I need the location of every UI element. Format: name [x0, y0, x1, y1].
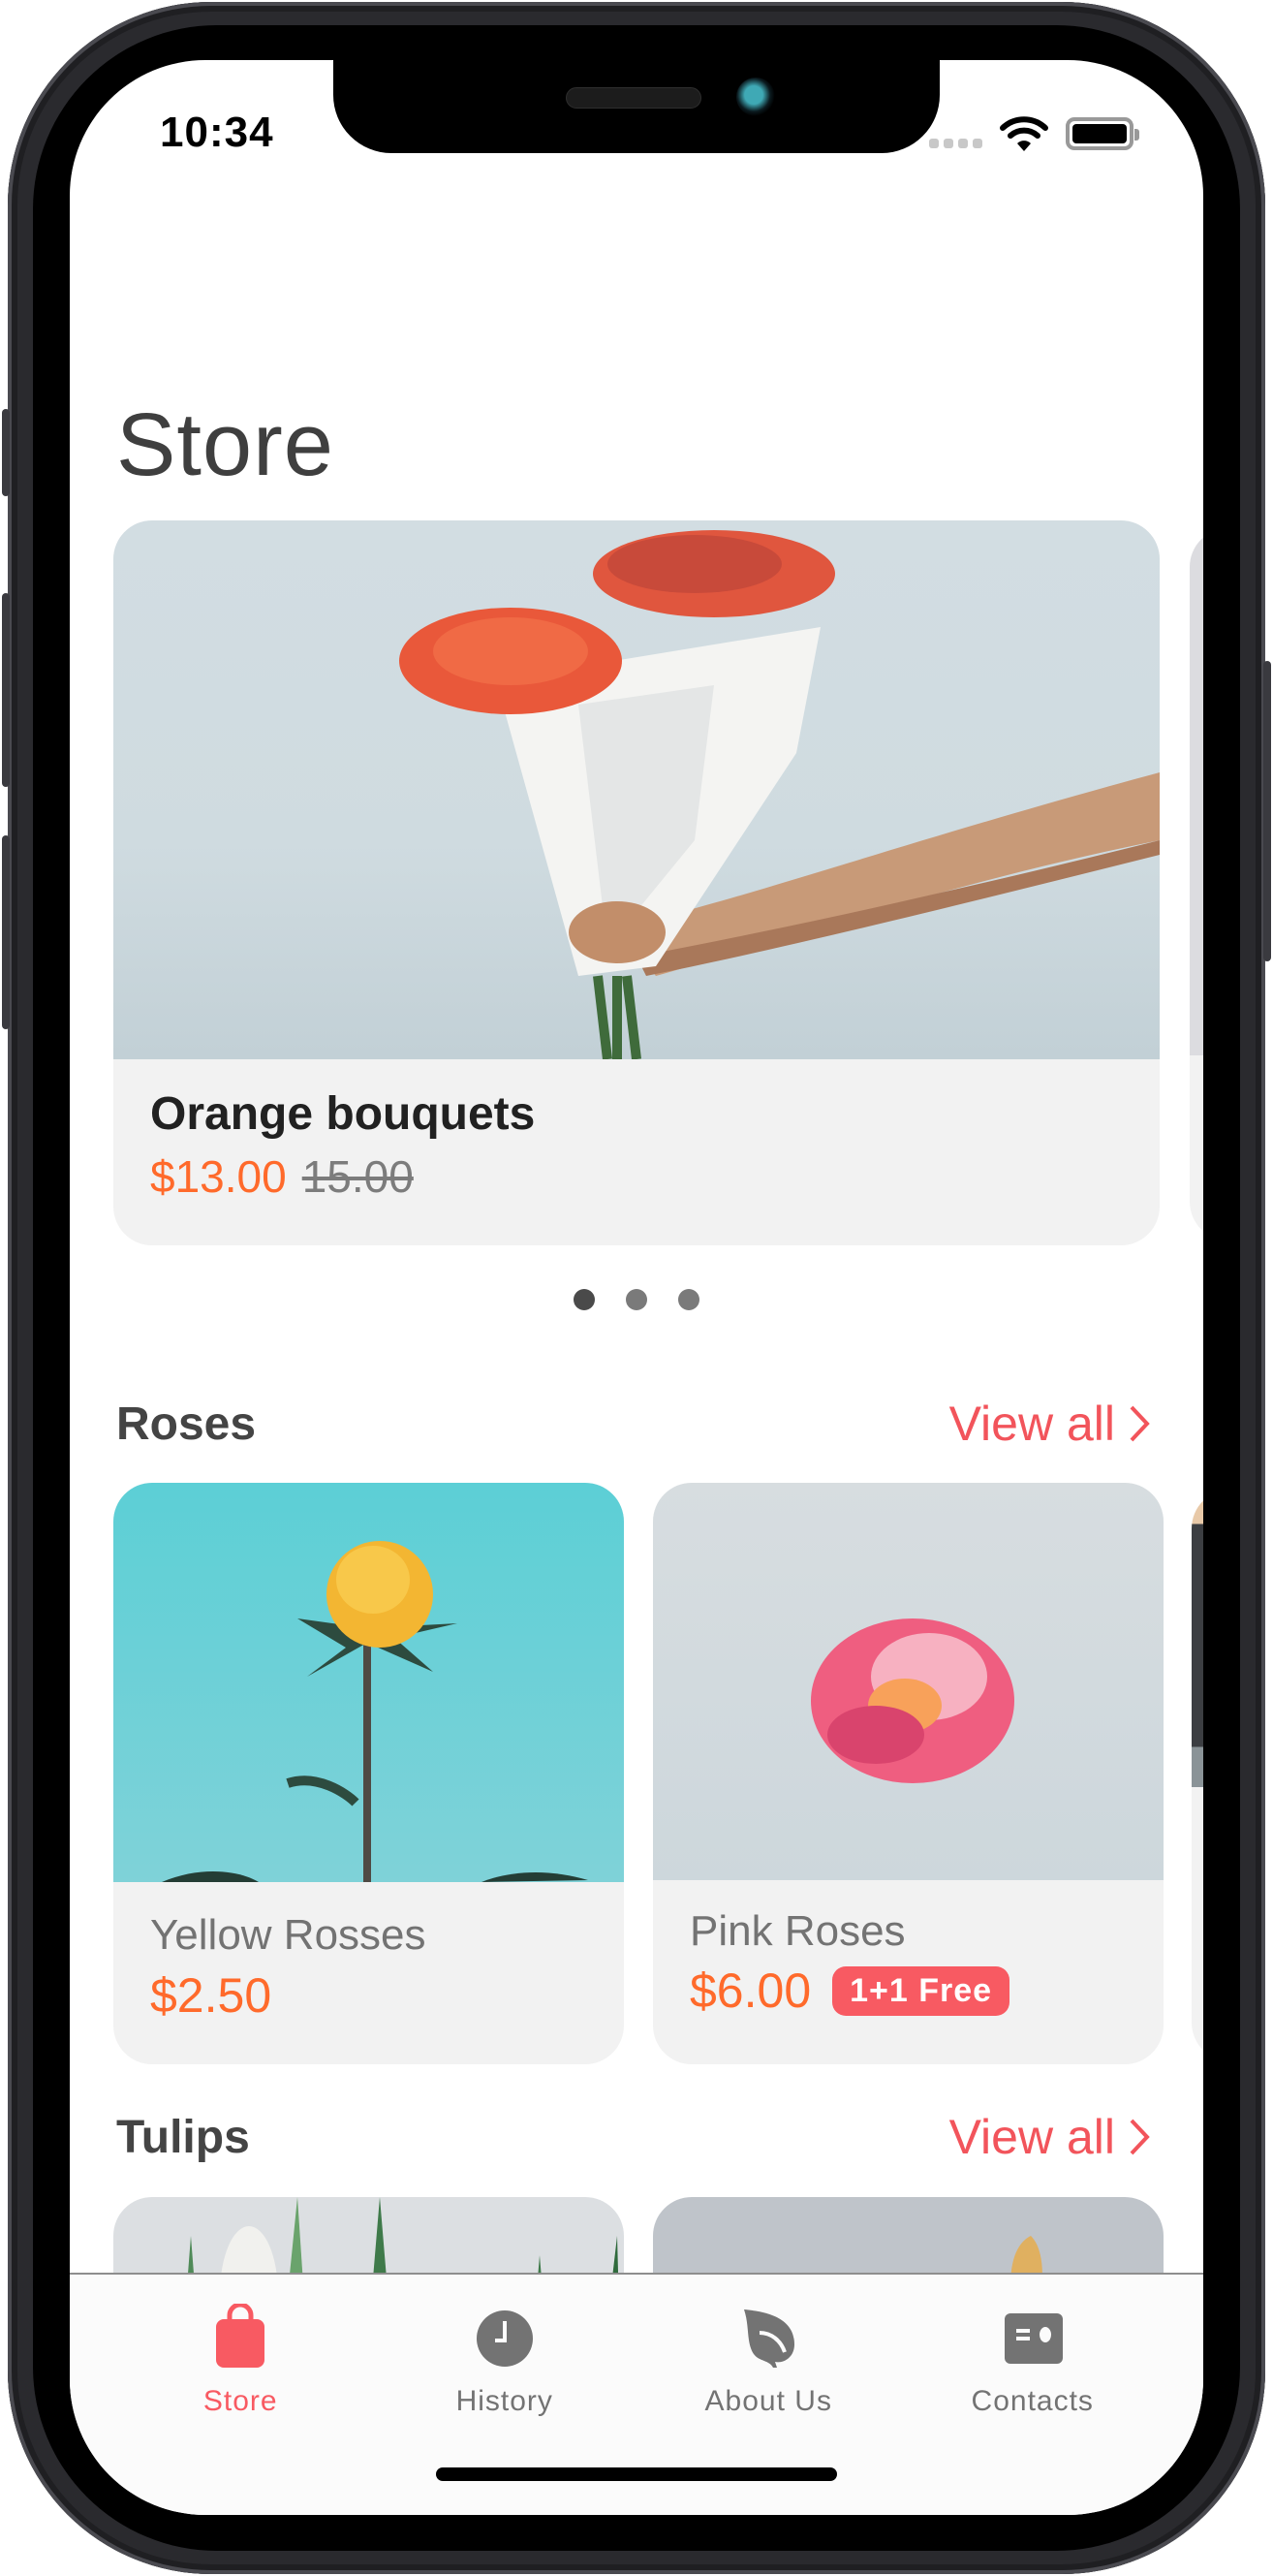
- product-price: $2.50: [150, 1968, 272, 2023]
- tab-label: History: [455, 2385, 553, 2417]
- notch: [333, 60, 940, 153]
- featured-price: $13.00: [150, 1151, 287, 1202]
- status-time: 10:34: [160, 109, 274, 156]
- volume-up-button: [2, 593, 10, 787]
- product-price-row: $6.00 1+1 Free: [690, 1963, 1010, 2019]
- page-dot-1[interactable]: [574, 1289, 595, 1310]
- home-indicator[interactable]: [436, 2467, 837, 2481]
- clock-icon: [476, 2310, 533, 2367]
- section-title-tulips: Tulips: [116, 2112, 250, 2163]
- page-title: Store: [116, 395, 334, 494]
- tab-contacts[interactable]: Contacts: [936, 2275, 1130, 2515]
- featured-original-price: 15.00: [301, 1151, 414, 1202]
- featured-card[interactable]: Orange bouquets $13.00 15.00: [113, 520, 1160, 1245]
- product-name: Yellow Rosses: [150, 1911, 426, 1959]
- signal-icon: [929, 139, 982, 148]
- shopping-bag-icon: [216, 2304, 265, 2368]
- view-all-label: View all: [948, 1397, 1115, 1451]
- promo-badge: 1+1 Free: [832, 1965, 1010, 2016]
- chevron-right-icon: [1130, 2119, 1150, 2155]
- section-title-roses: Roses: [116, 1398, 257, 1450]
- tab-label: Store: [202, 2385, 278, 2417]
- battery-icon: [1066, 117, 1139, 150]
- contact-card-icon: [1004, 2313, 1063, 2364]
- product-price-row: $2.50: [150, 1967, 271, 2024]
- mute-switch: [2, 409, 10, 496]
- status-icons: [929, 114, 1139, 153]
- roses-view-all-link[interactable]: View all: [949, 1396, 1150, 1452]
- view-all-label: View all: [948, 2110, 1115, 2164]
- product-price: $6.00: [690, 1963, 812, 2018]
- camera-icon: [736, 78, 775, 116]
- tab-store[interactable]: Store: [143, 2275, 337, 2515]
- power-button: [1263, 661, 1271, 961]
- product-image: [113, 1483, 624, 1882]
- tulips-view-all-link[interactable]: View all: [949, 2109, 1150, 2165]
- page-dot-2[interactable]: [626, 1289, 647, 1310]
- volume-down-button: [2, 835, 10, 1029]
- featured-prices: $13.00 15.00: [150, 1150, 414, 1203]
- product-name: Pink Roses: [690, 1907, 906, 1955]
- wifi-icon: [1000, 116, 1048, 151]
- next-featured-card[interactable]: [1190, 528, 1203, 1241]
- speaker: [566, 87, 701, 109]
- page-dot-3[interactable]: [678, 1289, 699, 1310]
- product-image: [653, 1483, 1164, 1880]
- tab-label: Contacts: [971, 2385, 1094, 2417]
- chevron-right-icon: [1130, 1405, 1150, 1442]
- carousel-pagination: [70, 1289, 1203, 1310]
- screen: 10:34 Store Orange bouquets $13.00 15.00…: [70, 60, 1203, 2515]
- featured-image: [113, 520, 1160, 1059]
- next-rose-card[interactable]: [1192, 1490, 1203, 2061]
- tab-label: About Us: [704, 2385, 832, 2417]
- product-card-yellow-roses[interactable]: Yellow Rosses $2.50: [113, 1483, 624, 2064]
- leaf-icon: [744, 2309, 795, 2368]
- product-card-pink-roses[interactable]: Pink Roses $6.00 1+1 Free: [653, 1483, 1164, 2064]
- featured-name: Orange bouquets: [150, 1088, 536, 1140]
